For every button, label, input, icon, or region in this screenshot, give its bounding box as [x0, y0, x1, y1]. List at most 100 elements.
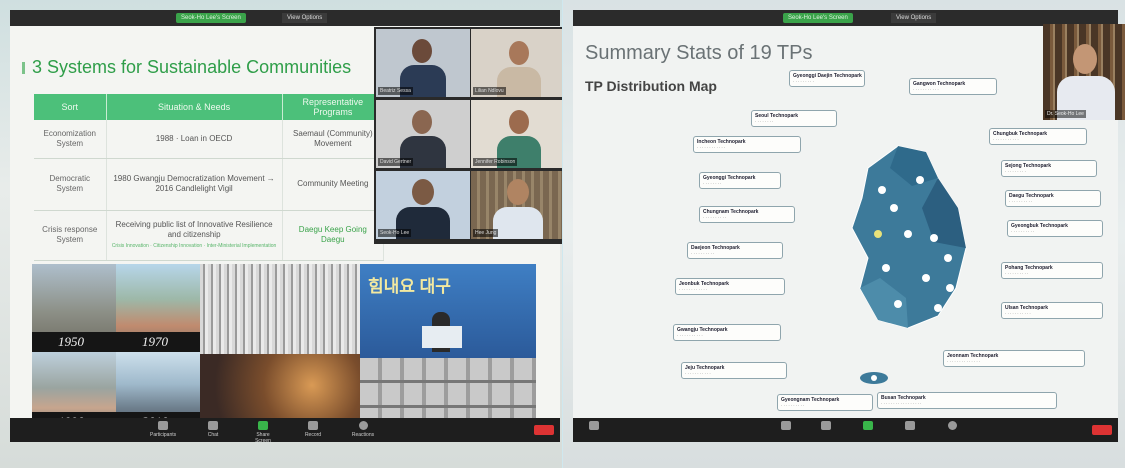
table-cell: 1980 Gwangju Democratization Movement → … — [106, 158, 283, 211]
tp-label: Jeonnam Technopark · · · · · · · · · · · … — [943, 350, 1085, 368]
tp-label: Busan Technopark · · · · · · · · · · · · … — [877, 392, 1057, 410]
tp-label: Chungnam Technopark · · · · · · · · · · — [699, 206, 795, 224]
video-tile[interactable]: Seok-Ho Lee — [376, 171, 470, 239]
right-photo: Seok-Ho Lee's Screen View Options Summar… — [563, 0, 1125, 468]
chat-button[interactable]: Chat — [200, 421, 226, 438]
table-row: Crisis response System Receiving public … — [34, 210, 385, 261]
reactions-button[interactable] — [939, 421, 965, 432]
tp-label: Incheon Technopark · · · · · · · · · · · … — [693, 136, 801, 154]
participants-button[interactable] — [773, 421, 799, 432]
left-monitor: Seok-Ho Lee's Screen View Options 3 Syst… — [10, 10, 562, 444]
slide-accent-bar — [22, 62, 25, 74]
tp-label: Daegu Technopark · · · · · · · · · · — [1005, 190, 1101, 208]
people-icon — [158, 421, 168, 430]
table-cell: Community Meeting — [282, 158, 385, 211]
tp-label: Pohang Technopark · · · · · · · · · · — [1001, 262, 1103, 280]
column-header: Sort — [34, 94, 107, 120]
daegu-banner: 힘내요 대구 — [360, 264, 536, 358]
record-icon — [905, 421, 915, 430]
crowd-photo — [200, 264, 360, 354]
share-screen-button[interactable] — [855, 421, 881, 432]
leave-button[interactable] — [534, 425, 554, 435]
chat-button[interactable] — [813, 421, 839, 432]
tp-marker[interactable] — [878, 186, 886, 194]
tp-label: Chungbuk Technopark · · · · · · · · · · · — [989, 128, 1087, 146]
reactions-button[interactable]: Reactions — [350, 421, 376, 438]
participant-name: Hee Jung — [473, 229, 499, 237]
left-photo: Seok-Ho Lee's Screen View Options 3 Syst… — [0, 0, 562, 468]
participants-button[interactable]: Participants — [150, 421, 176, 438]
meeting-toolbar — [573, 418, 1118, 442]
tp-label: Sejong Technopark · · · · · · · · · — [1001, 160, 1097, 178]
video-tile[interactable]: Lilian Ndlovu — [471, 29, 562, 97]
share-screen-button[interactable]: Share Screen — [250, 421, 276, 444]
participant-name: Lilian Ndlovu — [473, 87, 506, 95]
tp-marker[interactable] — [946, 284, 954, 292]
video-tile[interactable]: Hee Jung — [471, 171, 562, 239]
tp-label: Gyeongbuk Technopark · · · · · · · · · · — [1007, 220, 1103, 238]
audio-button[interactable] — [581, 421, 607, 432]
meeting-toolbar: Participants Chat Share Screen Record Re… — [10, 418, 560, 444]
table-cell: Democratic System — [34, 158, 107, 211]
tp-marker[interactable] — [894, 300, 902, 308]
tp-label: Gyeongnam Technopark · · · · · · · · · · — [777, 394, 873, 412]
table-cell: Crisis response System — [34, 210, 107, 261]
tp-label: Ulsan Technopark · · · · · · · · · · · — [1001, 302, 1103, 320]
table-row: Democratic System 1980 Gwangju Democrati… — [34, 158, 385, 211]
participant-name: Seok-Ho Lee — [378, 229, 412, 237]
tp-marker[interactable] — [874, 230, 882, 238]
tp-marker[interactable] — [871, 375, 877, 381]
tp-label: Gyeonggi Daejin Technopark · · · · · · · … — [789, 70, 865, 88]
share-screen-icon — [258, 421, 268, 430]
tp-label: Gwangju Technopark · · · · · · · · · · · — [673, 324, 781, 342]
presenter-name: Dr. Seok-Ho Lee — [1045, 110, 1086, 118]
podium — [422, 326, 462, 348]
video-tile[interactable]: Jennifer Robinson — [471, 100, 562, 168]
table-cell: Saemaul (Community) Movement — [282, 120, 385, 159]
systems-table: Sort Situation & Needs Representative Pr… — [34, 94, 385, 261]
tp-marker[interactable] — [930, 234, 938, 242]
tp-marker[interactable] — [890, 204, 898, 212]
video-tile[interactable]: David Gertner — [376, 100, 470, 168]
chat-icon — [208, 421, 218, 430]
sub-note: Crisis Innovation · Citizenship Innovati… — [111, 243, 277, 249]
needs-text: Receiving public list of Innovative Resi… — [115, 220, 273, 239]
tp-label: Jeju Technopark · · · · · · · · · · · — [681, 362, 787, 380]
tp-label: Daejeon Technopark · · · · · · · · · · — [687, 242, 783, 260]
table-cell: 1988 · Loan in OECD — [106, 120, 283, 159]
people-icon — [781, 421, 791, 430]
tp-marker[interactable] — [882, 264, 890, 272]
screen-share-label[interactable]: Seok-Ho Lee's Screen — [176, 13, 246, 23]
table-cell: Economization System — [34, 120, 107, 159]
presenter-video[interactable]: Dr. Seok-Ho Lee — [1043, 24, 1125, 120]
view-options-button[interactable]: View Options — [282, 13, 328, 23]
tp-label: Gangwon Technopark · · · · · · · · · · · — [909, 78, 997, 96]
tp-marker[interactable] — [934, 304, 942, 312]
table-cell: Daegu Keep Going Daegu — [282, 210, 385, 261]
photo-1970: 1970 — [116, 264, 200, 352]
tp-marker[interactable] — [916, 176, 924, 184]
tp-marker[interactable] — [904, 230, 912, 238]
record-button[interactable] — [897, 421, 923, 432]
tp-label: Jeonbuk Technopark · · · · · · · · · · · … — [675, 278, 785, 296]
microphone-icon — [589, 421, 599, 430]
smile-icon — [947, 421, 957, 430]
record-button[interactable]: Record — [300, 421, 326, 438]
participant-name: Jennifer Robinson — [473, 158, 518, 166]
slide-title: 3 Systems for Sustainable Communities — [32, 57, 352, 77]
meeting-top-bar: Seok-Ho Lee's Screen View Options — [10, 10, 560, 26]
video-tile[interactable]: Beatriz Sessa — [376, 29, 470, 97]
column-header: Situation & Needs — [106, 94, 283, 120]
table-row: Economization System 1988 · Loan in OECD… — [34, 120, 385, 159]
screen-share-label[interactable]: Seok-Ho Lee's Screen — [783, 13, 853, 23]
smile-icon — [358, 421, 368, 430]
column-header: Representative Programs — [282, 94, 385, 120]
leave-button[interactable] — [1092, 425, 1112, 435]
tp-label: Gyeonggi Technopark · · · · · · · · — [699, 172, 781, 190]
tp-marker[interactable] — [922, 274, 930, 282]
view-options-button[interactable]: View Options — [891, 13, 937, 23]
tp-marker[interactable] — [944, 254, 952, 262]
video-gallery: Beatriz Sessa Lilian Ndlovu David Gertne… — [374, 27, 562, 244]
photo-caption: 1970 — [116, 332, 200, 352]
photo-1950: 1950 — [32, 264, 116, 352]
